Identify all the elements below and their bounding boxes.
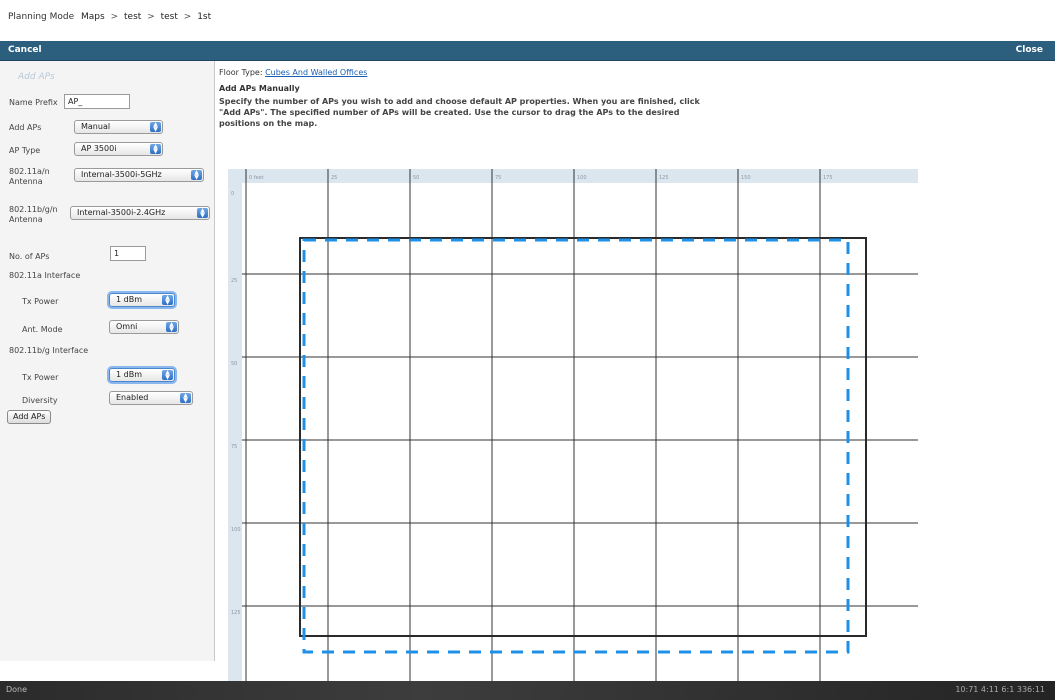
taskbar: Done 10:71 4:11 6:1 336:11 (0, 681, 1055, 700)
ap-type-select-value: AP 3500i (81, 144, 117, 153)
antenna-a-select[interactable]: Internal-3500i-5GHz ▲ ▼ (74, 168, 204, 182)
num-aps-label: No. of APs (9, 252, 50, 261)
ruler-y-label: 25 (231, 278, 237, 284)
floor-map[interactable]: 0 feet 25 50 75 100 125 150 175 0 25 50 75 100 125 (228, 169, 918, 681)
cancel-button[interactable]: Cancel (8, 45, 42, 55)
ruler-y-label: 50 (231, 361, 237, 367)
ruler-x-label: 175 (823, 175, 833, 181)
num-aps-input[interactable]: 1 (110, 246, 146, 261)
select-arrows-icon: ▲ ▼ (180, 393, 191, 404)
antenna-a-label-line1: 802.11a/n (9, 167, 50, 176)
tx-power-a-select[interactable]: 1 dBm ▲ ▼ (109, 293, 175, 307)
select-arrows-icon: ▲ ▼ (162, 295, 173, 306)
map-background (228, 169, 918, 681)
taskbar-status: Done (6, 685, 28, 694)
ruler-y-label: 125 (231, 610, 241, 616)
add-aps-select[interactable]: Manual ▲ ▼ (74, 120, 163, 134)
tx-power-a-label: Tx Power (22, 297, 59, 306)
antenna-a-label-line2: Antenna (9, 177, 43, 186)
antenna-bg-label-line2: Antenna (9, 215, 43, 224)
ap-type-select[interactable]: AP 3500i ▲ ▼ (74, 142, 163, 156)
ruler-x-label: 0 feet (249, 175, 264, 181)
close-button[interactable]: Close (1016, 45, 1043, 55)
ruler-x-label: 75 (495, 175, 501, 181)
breadcrumb-separator: > (147, 12, 155, 22)
floor-type-label: Floor Type: (219, 68, 263, 77)
ant-mode-label: Ant. Mode (22, 325, 63, 334)
breadcrumb-item-building[interactable]: test (161, 12, 178, 22)
instructions-title: Add APs Manually (219, 84, 300, 93)
diversity-select-value: Enabled (116, 393, 149, 402)
ant-mode-select[interactable]: Omni ▲ ▼ (109, 320, 179, 334)
action-toolbar: Cancel Close (0, 41, 1055, 61)
ruler-x-label: 150 (741, 175, 751, 181)
ruler-x-label: 100 (577, 175, 587, 181)
select-arrows-icon: ▲ ▼ (162, 370, 173, 381)
breadcrumb-item-floor[interactable]: 1st (197, 12, 211, 22)
antenna-bg-select[interactable]: Internal-3500i-2.4GHz ▲ ▼ (70, 206, 210, 220)
ruler-x-label: 25 (331, 175, 337, 181)
ruler-x-label: 50 (413, 175, 419, 181)
add-aps-button[interactable]: Add APs (7, 410, 52, 424)
diversity-label: Diversity (22, 396, 58, 405)
interface-a-title: 802.11a Interface (9, 271, 81, 280)
vertical-ruler (228, 169, 242, 681)
tx-power-bg-select-value: 1 dBm (116, 370, 142, 379)
floor-type-link[interactable]: Cubes And Walled Offices (265, 68, 367, 77)
add-aps-select-value: Manual (81, 122, 111, 131)
floor-map-canvas[interactable]: 0 feet 25 50 75 100 125 150 175 0 25 50 75 100 125 (228, 169, 918, 681)
ruler-y-label: 0 (231, 191, 234, 197)
breadcrumb-item-maps[interactable]: Maps (81, 12, 105, 22)
diversity-select[interactable]: Enabled ▲ ▼ (109, 391, 193, 405)
add-aps-label: Add APs (9, 123, 42, 132)
name-prefix-input[interactable]: AP_ (64, 94, 130, 109)
planning-mode-label: Planning Mode (8, 12, 75, 22)
name-prefix-label: Name Prefix (9, 98, 58, 107)
tx-power-a-select-value: 1 dBm (116, 295, 142, 304)
select-arrows-icon: ▲ ▼ (150, 122, 161, 133)
antenna-bg-label-line1: 802.11b/g/n (9, 205, 58, 214)
antenna-bg-select-value: Internal-3500i-2.4GHz (77, 208, 166, 217)
top-bar: Planning Mode Maps > test > test > 1st (0, 0, 1055, 40)
tx-power-bg-select[interactable]: 1 dBm ▲ ▼ (109, 368, 175, 382)
ruler-y-label: 75 (231, 444, 237, 450)
breadcrumb-separator: > (110, 12, 119, 22)
interface-bg-title: 802.11b/g Interface (9, 346, 89, 355)
select-arrows-icon: ▲ ▼ (166, 322, 177, 333)
antenna-a-select-value: Internal-3500i-5GHz (81, 170, 162, 179)
tx-power-bg-label: Tx Power (22, 373, 59, 382)
breadcrumb-separator: > (183, 12, 192, 22)
add-aps-panel: Add APs Name Prefix AP_ Add APs Manual ▲… (0, 61, 215, 661)
instructions-text: Specify the number of APs you wish to ad… (219, 97, 700, 128)
ruler-x-label: 125 (659, 175, 669, 181)
antenna-a-label: 802.11a/n Antenna (9, 167, 50, 187)
select-arrows-icon: ▲ ▼ (191, 170, 202, 181)
antenna-bg-label: 802.11b/g/n Antenna (9, 205, 58, 225)
select-arrows-icon: ▲ ▼ (150, 144, 161, 155)
ant-mode-select-value: Omni (116, 322, 138, 331)
breadcrumb-item-campus[interactable]: test (124, 12, 141, 22)
breadcrumb: Planning Mode Maps > test > test > 1st (8, 12, 211, 22)
ap-type-label: AP Type (9, 146, 41, 155)
select-arrows-icon: ▲ ▼ (197, 208, 208, 219)
taskbar-clock: 10:71 4:11 6:1 336:11 (955, 685, 1045, 694)
main-content: Floor Type: Cubes And Walled Offices Add… (215, 61, 1055, 681)
panel-heading: Add APs (18, 72, 55, 82)
floor-type: Floor Type: Cubes And Walled Offices (219, 68, 367, 77)
ruler-y-label: 100 (231, 527, 241, 533)
